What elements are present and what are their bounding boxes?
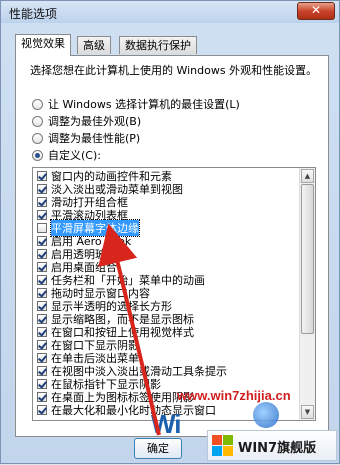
- checkbox[interactable]: [37, 352, 47, 363]
- checkbox[interactable]: [37, 196, 47, 207]
- checkbox[interactable]: [37, 300, 47, 311]
- close-button[interactable]: ✕: [297, 2, 335, 20]
- checkbox[interactable]: [37, 170, 47, 181]
- watermark-globe-icon: [253, 402, 279, 428]
- performance-options-dialog: 性能选项 ✕ 视觉效果 高级 数据执行保护 选择您想在此计算机上使用的 Wind…: [0, 0, 340, 464]
- checkbox[interactable]: [37, 365, 47, 376]
- scroll-up-icon[interactable]: ▲: [301, 169, 314, 183]
- radio-custom[interactable]: 自定义(C):: [32, 147, 101, 163]
- checkbox[interactable]: [37, 404, 47, 415]
- radio-label: 调整为最佳外观(B): [48, 115, 142, 128]
- list-scrollbar[interactable]: ▲ ▼: [299, 168, 315, 420]
- scroll-thumb[interactable]: [301, 184, 314, 334]
- checkbox[interactable]: [37, 339, 47, 350]
- watermark-wi-logo: Wi: [151, 409, 182, 439]
- radio-best-appearance[interactable]: 调整为最佳外观(B): [32, 113, 141, 129]
- checkbox[interactable]: [37, 261, 47, 272]
- radio-button[interactable]: [32, 149, 43, 161]
- list-content: 窗口内的动画控件和元素 淡入淡出或滑动菜单到视图 滑动打开组合框 平滑滚动列表框 平滑屏…: [33, 169, 301, 417]
- checkbox[interactable]: [37, 378, 47, 389]
- list-item-label: 在最大化和最小化时动态显示窗口: [51, 403, 216, 417]
- visual-effects-list[interactable]: 窗口内的动画控件和元素 淡入淡出或滑动菜单到视图 滑动打开组合框 平滑滚动列表框 平滑屏…: [32, 167, 316, 421]
- brand-text: WIN7旗舰版: [238, 441, 317, 456]
- checkbox[interactable]: [37, 235, 47, 246]
- radio-label: 调整为最佳性能(P): [48, 132, 141, 145]
- checkbox[interactable]: [37, 326, 47, 337]
- radio-button[interactable]: [32, 115, 43, 127]
- radio-label: 让 Windows 选择计算机的最佳设置(L): [48, 98, 240, 111]
- checkbox[interactable]: [37, 391, 47, 402]
- checkbox[interactable]: [37, 183, 47, 194]
- checkbox[interactable]: [37, 313, 47, 324]
- panel-description: 选择您想在此计算机上使用的 Windows 外观和性能设置。: [30, 64, 318, 77]
- title-bar: 性能选项 ✕: [1, 1, 339, 23]
- checkbox[interactable]: [37, 209, 47, 220]
- radio-button[interactable]: [32, 98, 43, 110]
- visual-effects-panel: 选择您想在此计算机上使用的 Windows 外观和性能设置。 让 Windows…: [15, 55, 329, 437]
- ok-button[interactable]: 确定: [134, 438, 182, 459]
- watermark-url: www.win7zhijia.cn: [177, 388, 291, 403]
- radio-let-windows-choose[interactable]: 让 Windows 选择计算机的最佳设置(L): [32, 96, 240, 112]
- window-title: 性能选项: [9, 7, 58, 21]
- radio-button[interactable]: [32, 132, 43, 144]
- radio-label: 自定义(C):: [48, 149, 101, 162]
- scroll-down-icon[interactable]: ▼: [301, 405, 314, 419]
- windows-logo-icon: [212, 435, 234, 457]
- tab-advanced[interactable]: 高级: [77, 36, 111, 54]
- checkbox[interactable]: [37, 222, 47, 233]
- radio-best-performance[interactable]: 调整为最佳性能(P): [32, 130, 140, 146]
- win7-brand-badge: WIN7旗舰版: [207, 430, 337, 461]
- tab-visual-effects[interactable]: 视觉效果: [15, 34, 71, 56]
- checkbox[interactable]: [37, 287, 47, 298]
- tab-data-execution-prevention[interactable]: 数据执行保护: [119, 36, 197, 54]
- checkbox[interactable]: [37, 274, 47, 285]
- checkbox[interactable]: [37, 248, 47, 259]
